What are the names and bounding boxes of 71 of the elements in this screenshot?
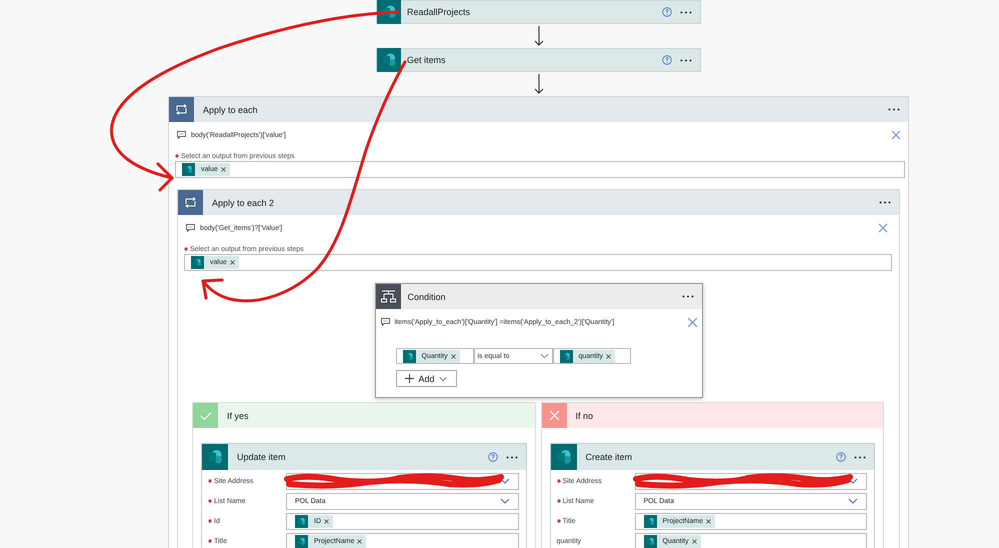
chevron-down-icon[interactable]	[540, 353, 548, 359]
action-title: ReadallProjects	[407, 7, 472, 17]
close-icon[interactable]	[878, 223, 888, 233]
branch-title: If yes	[227, 410, 250, 420]
branch-header[interactable]: If yes	[193, 403, 534, 428]
service-logo-icon	[182, 163, 195, 176]
service-logo-icon	[295, 514, 308, 528]
more-icon[interactable]	[506, 456, 518, 458]
more-icon[interactable]	[680, 58, 692, 62]
chevron-down-icon[interactable]	[848, 498, 858, 504]
remove-icon[interactable]	[357, 538, 362, 544]
close-icon[interactable]	[686, 316, 698, 328]
scope-header[interactable]: Apply to each	[169, 97, 908, 122]
remove-icon[interactable]	[606, 354, 612, 358]
close-icon	[548, 410, 560, 421]
help-icon[interactable]	[836, 452, 846, 462]
more-icon[interactable]	[680, 10, 692, 14]
action-title: Get items	[407, 55, 447, 65]
service-logo-icon	[191, 256, 204, 269]
branch-icon	[380, 290, 396, 303]
loop-icon	[184, 197, 197, 208]
service-logo-icon	[295, 534, 308, 548]
remove-icon[interactable]	[230, 260, 235, 265]
check-icon	[200, 410, 212, 420]
more-icon[interactable]	[854, 456, 866, 458]
chevron-down-icon[interactable]	[438, 376, 446, 382]
dropdown-field[interactable]	[634, 472, 867, 490]
remove-icon[interactable]	[220, 167, 226, 172]
remove-icon[interactable]	[692, 538, 697, 544]
remove-icon[interactable]	[450, 354, 456, 358]
chevron-down-icon[interactable]	[500, 478, 510, 484]
chevron-down-icon[interactable]	[500, 498, 510, 504]
comment-icon	[186, 224, 195, 232]
help-icon[interactable]	[662, 55, 672, 65]
action-header[interactable]: Update item	[202, 444, 526, 470]
service-logo-icon	[402, 350, 416, 362]
help-icon[interactable]	[488, 452, 498, 462]
more-icon[interactable]	[682, 295, 694, 298]
plus-icon	[405, 374, 414, 383]
action-card[interactable]: Get items	[376, 48, 701, 72]
loop-icon	[175, 104, 188, 115]
action-header[interactable]: Create item	[550, 444, 874, 470]
branch-title: If no	[576, 410, 594, 420]
remove-icon[interactable]	[706, 518, 711, 524]
connector-arrow	[532, 24, 544, 48]
more-icon[interactable]	[879, 201, 891, 204]
service-logo-icon	[377, 48, 401, 72]
scope-title: Apply to each 2	[212, 198, 276, 208]
service-logo-icon	[550, 444, 576, 470]
chevron-down-icon[interactable]	[848, 478, 858, 484]
service-logo-icon	[560, 350, 572, 362]
connector-arrow	[532, 72, 544, 96]
service-logo-icon	[644, 534, 656, 548]
action-title: Update item	[237, 452, 287, 462]
condition-header[interactable]: Condition	[376, 284, 702, 309]
action-card[interactable]: ReadallProjects	[376, 0, 701, 24]
scope-title: Apply to each	[203, 104, 259, 114]
branch-header[interactable]: If no	[542, 403, 883, 428]
help-icon[interactable]	[662, 7, 672, 17]
remove-icon[interactable]	[324, 518, 329, 524]
comment-icon	[177, 131, 186, 139]
more-icon[interactable]	[888, 108, 900, 111]
dropdown-field[interactable]	[286, 472, 518, 490]
action-title: Create item	[586, 452, 634, 462]
comment-icon	[380, 318, 390, 326]
close-icon[interactable]	[891, 130, 901, 140]
condition-title: Condition	[408, 292, 447, 302]
add-button[interactable]: Add	[396, 370, 456, 387]
service-logo-icon	[644, 514, 656, 528]
scope-header[interactable]: Apply to each 2	[178, 190, 899, 215]
service-logo-icon	[202, 444, 228, 470]
